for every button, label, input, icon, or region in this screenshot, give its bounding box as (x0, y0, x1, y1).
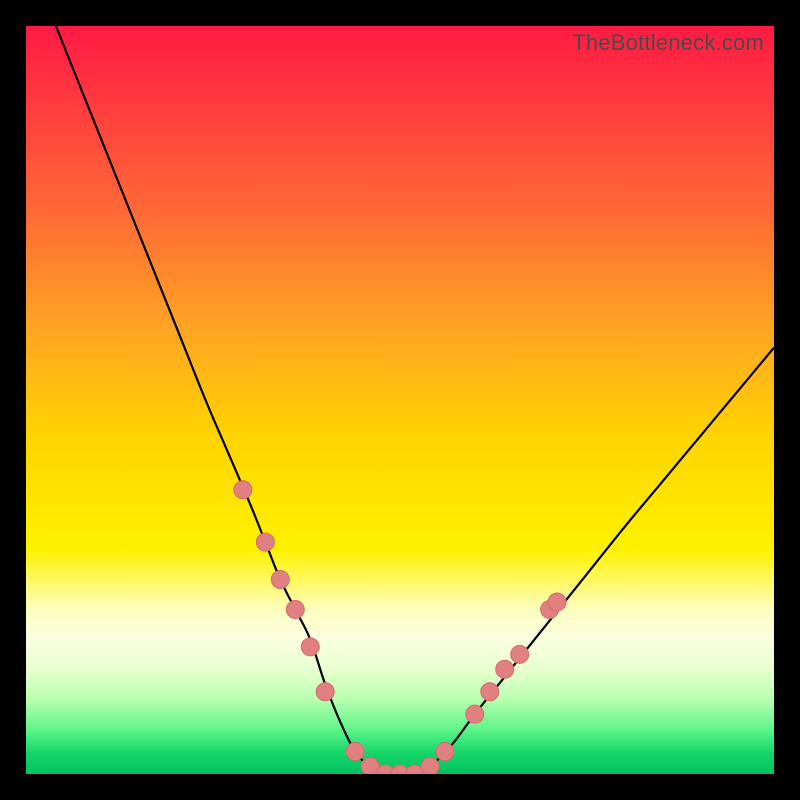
data-marker (466, 705, 484, 723)
bottleneck-curve (26, 26, 774, 774)
data-marker (481, 683, 499, 701)
data-marker (346, 743, 364, 761)
data-marker (548, 593, 566, 611)
data-marker (271, 571, 289, 589)
plot-area: TheBottleneck.com (26, 26, 774, 774)
data-marker (234, 481, 252, 499)
data-marker (496, 660, 514, 678)
data-marker (316, 683, 334, 701)
data-marker (301, 638, 319, 656)
watermark-text: TheBottleneck.com (572, 30, 764, 56)
data-marker (286, 600, 304, 618)
data-marker (256, 533, 274, 551)
data-marker (421, 758, 439, 774)
data-marker (511, 645, 529, 663)
data-marker (436, 743, 454, 761)
chart-frame: TheBottleneck.com (0, 0, 800, 800)
